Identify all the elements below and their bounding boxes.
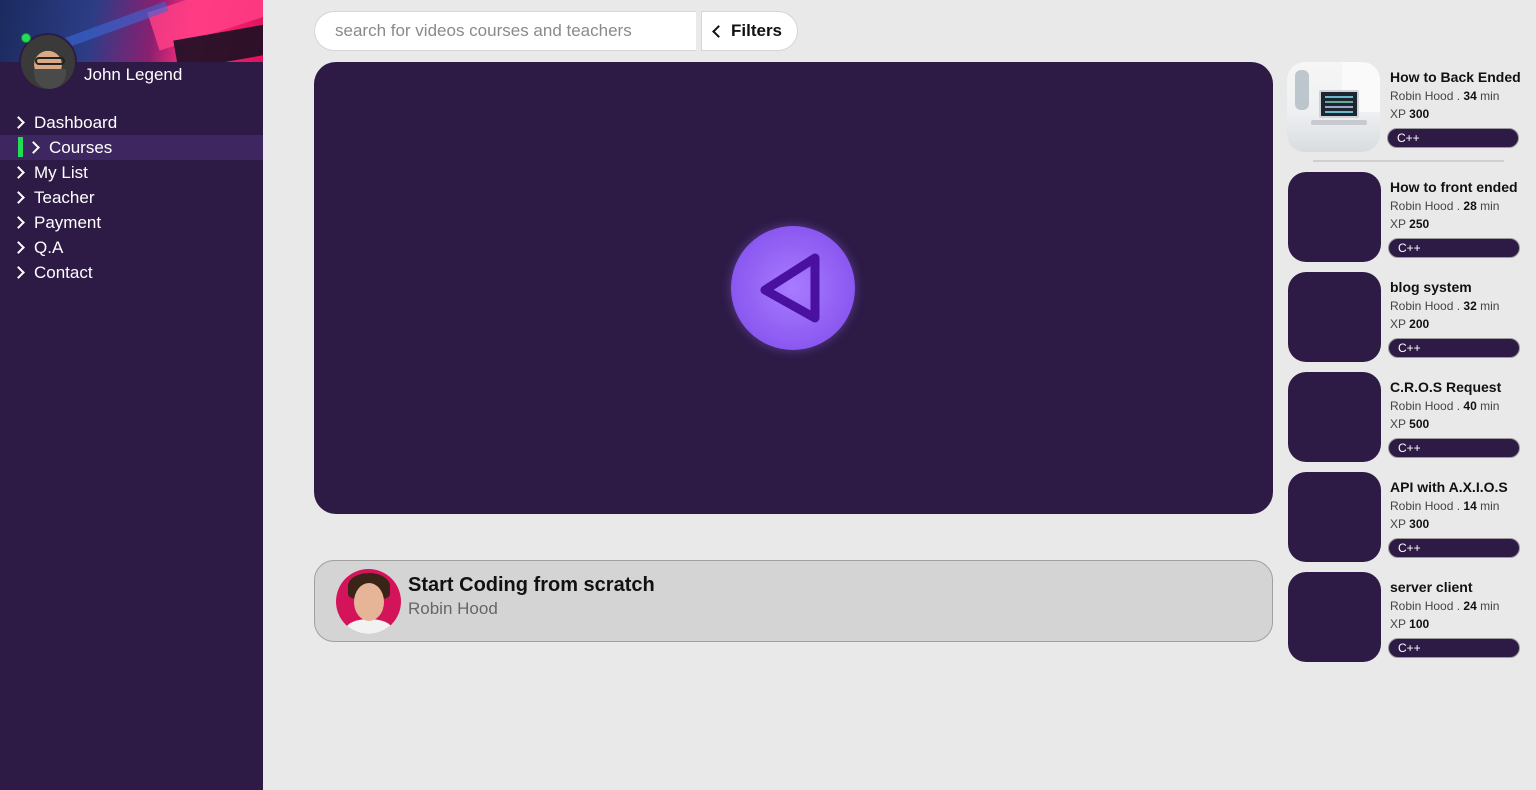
chevron-right-icon — [12, 191, 25, 204]
playlist-item-meta: Robin Hood . 32 min — [1390, 299, 1500, 313]
play-icon — [760, 253, 820, 323]
video-thumbnail — [1288, 372, 1381, 462]
video-thumbnail — [1288, 572, 1381, 662]
playlist-item-xp: XP 300 — [1390, 517, 1430, 531]
playlist-item-xp: XP 200 — [1390, 317, 1430, 331]
playlist-item[interactable]: API with A.X.I.O.S Robin Hood . 14 min X… — [1287, 472, 1527, 564]
language-tag: C++ — [1388, 338, 1520, 358]
playlist-item-title: API with A.X.I.O.S — [1390, 479, 1508, 495]
teacher-avatar[interactable] — [336, 569, 401, 634]
playlist-item-title: blog system — [1390, 279, 1472, 295]
language-tag: C++ — [1387, 128, 1519, 148]
video-thumbnail — [1288, 472, 1381, 562]
playlist-divider — [1313, 160, 1504, 162]
sidebar-item-payment[interactable]: Payment — [0, 210, 263, 235]
sidebar-nav: Dashboard Courses My List Teacher Paymen… — [0, 110, 263, 285]
sidebar-item-courses[interactable]: Courses — [0, 135, 263, 160]
search-box — [314, 11, 696, 51]
playlist-item-xp: XP 100 — [1390, 617, 1430, 631]
play-button[interactable] — [731, 226, 855, 350]
chevron-right-icon — [12, 241, 25, 254]
sidebar-item-label: Teacher — [34, 187, 95, 207]
chevron-right-icon — [12, 166, 25, 179]
search-input[interactable] — [335, 21, 675, 41]
video-thumbnail — [1288, 272, 1381, 362]
active-indicator — [18, 137, 23, 157]
playlist-item[interactable]: How to Back Ended Robin Hood . 34 min XP… — [1287, 62, 1527, 154]
playlist-item-meta: Robin Hood . 34 min — [1390, 89, 1500, 103]
playlist-item[interactable]: blog system Robin Hood . 32 min XP 200 C… — [1287, 272, 1527, 364]
playlist-item[interactable]: How to front ended Robin Hood . 28 min X… — [1287, 172, 1527, 264]
video-thumbnail — [1287, 62, 1380, 152]
playlist-item[interactable]: server client Robin Hood . 24 min XP 100… — [1287, 572, 1527, 664]
sidebar-item-label: Payment — [34, 212, 102, 232]
language-tag: C++ — [1388, 438, 1520, 458]
user-name: John Legend — [84, 65, 183, 84]
sidebar-item-label: Dashboard — [34, 112, 118, 132]
language-tag: C++ — [1388, 238, 1520, 258]
playlist-item-title: How to Back Ended — [1390, 69, 1521, 85]
sidebar-item-label: Q.A — [34, 237, 64, 257]
course-title: Start Coding from scratch — [408, 574, 655, 596]
playlist-item-meta: Robin Hood . 14 min — [1390, 499, 1500, 513]
sidebar-item-label: Contact — [34, 262, 93, 282]
sidebar-item-label: Courses — [49, 137, 113, 157]
sidebar-item-contact[interactable]: Contact — [0, 260, 263, 285]
sidebar-item-teacher[interactable]: Teacher — [0, 185, 263, 210]
playlist-item-meta: Robin Hood . 40 min — [1390, 399, 1500, 413]
playlist-item-title: How to front ended — [1390, 179, 1518, 195]
sidebar: John Legend Dashboard Courses My List Te… — [0, 0, 263, 790]
course-teacher-name[interactable]: Robin Hood — [408, 599, 498, 619]
sidebar-item-qa[interactable]: Q.A — [0, 235, 263, 260]
chevron-right-icon — [12, 216, 25, 229]
playlist-item[interactable]: C.R.O.S Request Robin Hood . 40 min XP 5… — [1287, 372, 1527, 464]
chevron-right-icon — [12, 116, 25, 129]
language-tag: C++ — [1388, 538, 1520, 558]
playlist-item-xp: XP 250 — [1390, 217, 1430, 231]
playlist-item-meta: Robin Hood . 24 min — [1390, 599, 1500, 613]
playlist-item-meta: Robin Hood . 28 min — [1390, 199, 1500, 213]
video-thumbnail — [1288, 172, 1381, 262]
course-info-card: Start Coding from scratch Robin Hood — [314, 560, 1273, 642]
playlist-item-title: C.R.O.S Request — [1390, 379, 1502, 395]
sidebar-item-my-list[interactable]: My List — [0, 160, 263, 185]
chevron-left-icon — [712, 24, 725, 38]
playlist-item-xp: XP 300 — [1390, 107, 1430, 121]
sidebar-item-label: My List — [34, 162, 88, 182]
chevron-right-icon — [27, 141, 40, 154]
video-player[interactable] — [314, 62, 1273, 514]
playlist-item-xp: XP 500 — [1390, 417, 1430, 431]
sidebar-item-dashboard[interactable]: Dashboard — [0, 110, 263, 135]
filters-button[interactable]: Filters — [701, 11, 798, 51]
chevron-right-icon — [12, 266, 25, 279]
filters-label: Filters — [731, 21, 783, 40]
language-tag: C++ — [1388, 638, 1520, 658]
playlist-item-title: server client — [1390, 579, 1473, 595]
online-status-dot — [21, 33, 31, 43]
